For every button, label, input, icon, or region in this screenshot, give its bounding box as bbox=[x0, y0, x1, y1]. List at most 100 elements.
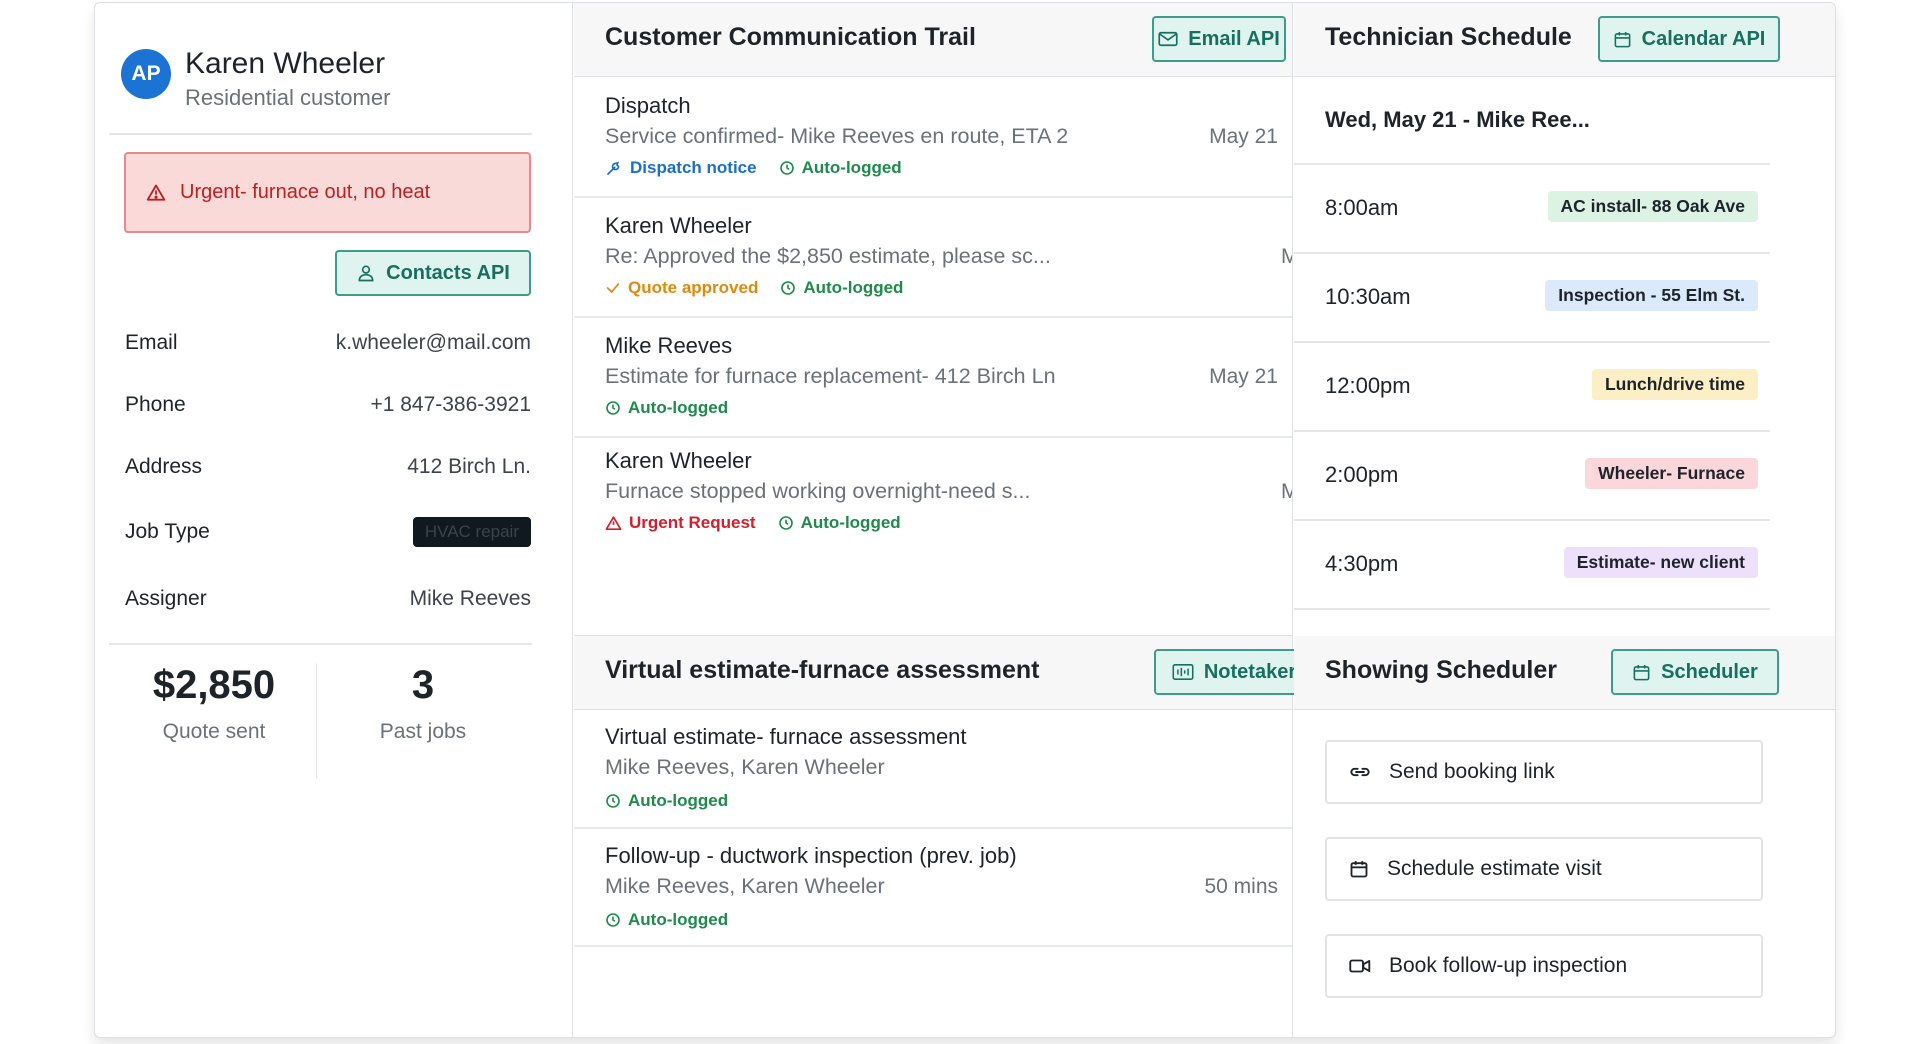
calendar-icon bbox=[1614, 31, 1631, 47]
communication-panel: Customer Communication Trail Email API D… bbox=[574, 3, 1314, 1037]
schedule-slot[interactable]: 10:30am Inspection - 55 Elm St. bbox=[1294, 254, 1770, 343]
slot-time: 2:00pm bbox=[1325, 462, 1399, 487]
field-value[interactable]: k.wheeler@mail.com bbox=[336, 331, 531, 355]
book-follow-up-inspection-button[interactable]: Book follow-up inspection bbox=[1325, 934, 1763, 998]
customer-type: Residential customer bbox=[185, 85, 391, 110]
section-title: Virtual estimate-furnace assessment bbox=[605, 656, 1040, 684]
field-job-type: Job Type HVAC repair bbox=[125, 517, 531, 547]
clock-icon bbox=[781, 281, 796, 295]
schedule-slot[interactable]: 8:00am AC install- 88 Oak Ave bbox=[1294, 165, 1770, 254]
calendar-api-button[interactable]: Calendar API bbox=[1598, 16, 1780, 62]
message-tags: Urgent Request Auto-logged bbox=[605, 513, 901, 533]
field-label: Email bbox=[125, 331, 178, 354]
divider bbox=[109, 643, 532, 645]
schedule-slot[interactable]: 12:00pm Lunch/drive time bbox=[1294, 343, 1770, 432]
tag-label: Quote approved bbox=[628, 278, 759, 297]
stat-value: 3 bbox=[411, 663, 435, 707]
message-row[interactable]: Karen Wheeler Furnace stopped working ov… bbox=[574, 438, 1292, 636]
stat-label: Past jobs bbox=[379, 720, 467, 743]
send-booking-link-button[interactable]: Send booking link bbox=[1325, 740, 1763, 804]
customer-panel: AP Karen Wheeler Residential customer Ur… bbox=[95, 3, 573, 1037]
field-value: 412 Birch Ln. bbox=[407, 455, 531, 478]
slot-event[interactable]: Estimate- new client bbox=[1563, 547, 1758, 578]
meeting-row[interactable]: Virtual estimate- furnace assessment Mik… bbox=[574, 710, 1292, 829]
avatar[interactable]: AP bbox=[121, 49, 171, 99]
tag-label: Auto-logged bbox=[800, 513, 901, 532]
message-date: May 21 bbox=[1209, 125, 1278, 148]
calendar-icon bbox=[1350, 861, 1368, 878]
message-preview: Estimate for furnace replacement- 412 Bi… bbox=[605, 364, 1056, 388]
section-title: Customer Communication Trail bbox=[605, 23, 976, 51]
link-icon bbox=[1350, 767, 1370, 777]
stat-quote: $2,850 Quote sent bbox=[119, 663, 309, 744]
field-assigner: Assigner Mike Reeves bbox=[125, 587, 531, 611]
tag-auto-logged: Auto-logged bbox=[605, 791, 728, 811]
crm-window: AP Karen Wheeler Residential customer Ur… bbox=[94, 2, 1836, 1038]
field-phone: Phone +1 847-386-3921 bbox=[125, 393, 531, 417]
message-date: May 21 bbox=[1209, 365, 1278, 388]
notetaker-button[interactable]: Notetaker bbox=[1154, 649, 1314, 695]
section-title: Showing Scheduler bbox=[1325, 656, 1557, 684]
slot-time: 12:00pm bbox=[1325, 373, 1411, 398]
scheduler-button[interactable]: Scheduler bbox=[1611, 649, 1779, 695]
field-label: Assigner bbox=[125, 587, 207, 610]
schedule-estimate-visit-button[interactable]: Schedule estimate visit bbox=[1325, 837, 1763, 901]
tag-quote-approved: Quote approved bbox=[605, 278, 758, 298]
message-tags: Quote approved Auto-logged bbox=[605, 278, 903, 298]
tag-label: Urgent Request bbox=[629, 513, 756, 532]
field-value[interactable]: +1 847-386-3921 bbox=[370, 393, 531, 417]
message-sender: Karen Wheeler bbox=[605, 448, 752, 473]
contacts-api-button[interactable]: Contacts API bbox=[335, 250, 531, 296]
message-row[interactable]: Mike Reeves Estimate for furnace replace… bbox=[574, 318, 1292, 438]
slot-event[interactable]: Inspection - 55 Elm St. bbox=[1545, 280, 1758, 311]
tag-dispatch-notice: Dispatch notice bbox=[605, 158, 757, 178]
slot-time: 4:30pm bbox=[1325, 551, 1399, 576]
schedule-slot[interactable]: 4:30pm Estimate- new client bbox=[1294, 521, 1770, 610]
tag-label: Auto-logged bbox=[801, 158, 902, 177]
clock-icon bbox=[606, 401, 620, 415]
tag-label: Auto-logged bbox=[803, 278, 904, 297]
notetaker-label: Notetaker bbox=[1203, 660, 1297, 683]
slot-event[interactable]: Lunch/drive time bbox=[1591, 369, 1758, 400]
message-preview: Service confirmed- Mike Reeves en route,… bbox=[605, 124, 1069, 148]
slot-event[interactable]: AC install- 88 Oak Ave bbox=[1547, 191, 1758, 222]
stat-past-jobs: 3 Past jobs bbox=[323, 663, 523, 744]
message-row[interactable]: Karen Wheeler Re: Approved the $2,850 es… bbox=[574, 198, 1292, 318]
tag-label: Auto-logged bbox=[628, 398, 729, 417]
slot-time: 8:00am bbox=[1325, 195, 1399, 220]
clock-icon bbox=[606, 794, 620, 808]
customer-header: AP Karen Wheeler Residential customer bbox=[109, 37, 532, 135]
meeting-participants: Mike Reeves, Karen Wheeler bbox=[605, 755, 885, 779]
schedule-slot[interactable]: 2:00pm Wheeler- Furnace bbox=[1294, 432, 1770, 521]
clock-icon bbox=[606, 913, 620, 927]
clock-icon bbox=[779, 161, 794, 175]
tag-urgent-request: Urgent Request bbox=[605, 513, 756, 533]
schedule-day: Wed, May 21 - Mike Ree... bbox=[1325, 107, 1590, 132]
slot-event[interactable]: Wheeler- Furnace bbox=[1585, 458, 1758, 489]
email-api-label: Email API bbox=[1188, 27, 1280, 50]
stat-value: $2,850 bbox=[152, 663, 276, 707]
message-row[interactable]: Dispatch Service confirmed- Mike Reeves … bbox=[574, 78, 1292, 198]
wrench-icon bbox=[607, 161, 620, 175]
email-api-button[interactable]: Email API bbox=[1152, 16, 1286, 62]
urgent-alert-text: Urgent- furnace out, no heat bbox=[180, 181, 431, 203]
customer-name: Karen Wheeler bbox=[185, 47, 386, 80]
job-type-badge: HVAC repair bbox=[412, 517, 531, 547]
check-icon bbox=[606, 283, 620, 294]
showing-scheduler-header: Showing Scheduler Scheduler bbox=[1294, 636, 1835, 710]
message-sender: Dispatch bbox=[605, 93, 691, 118]
communication-header: Customer Communication Trail Email API bbox=[574, 3, 1292, 77]
meeting-row[interactable]: Follow-up - ductwork inspection (prev. j… bbox=[574, 829, 1292, 947]
stat-divider bbox=[316, 663, 317, 778]
mail-icon bbox=[1158, 31, 1178, 47]
message-sender: Karen Wheeler bbox=[605, 213, 752, 238]
calendar-api-label: Calendar API bbox=[1641, 27, 1766, 50]
message-date: May 21 bbox=[1281, 245, 1292, 269]
warning-icon bbox=[605, 515, 622, 530]
message-date: May 21 bbox=[1281, 480, 1292, 504]
user-icon bbox=[358, 265, 374, 282]
tag-auto-logged: Auto-logged bbox=[780, 278, 903, 298]
action-label: Schedule estimate visit bbox=[1387, 857, 1602, 880]
schedule-panel: Technician Schedule Calendar API Wed, Ma… bbox=[1294, 3, 1835, 1037]
tag-label: Auto-logged bbox=[628, 910, 729, 929]
